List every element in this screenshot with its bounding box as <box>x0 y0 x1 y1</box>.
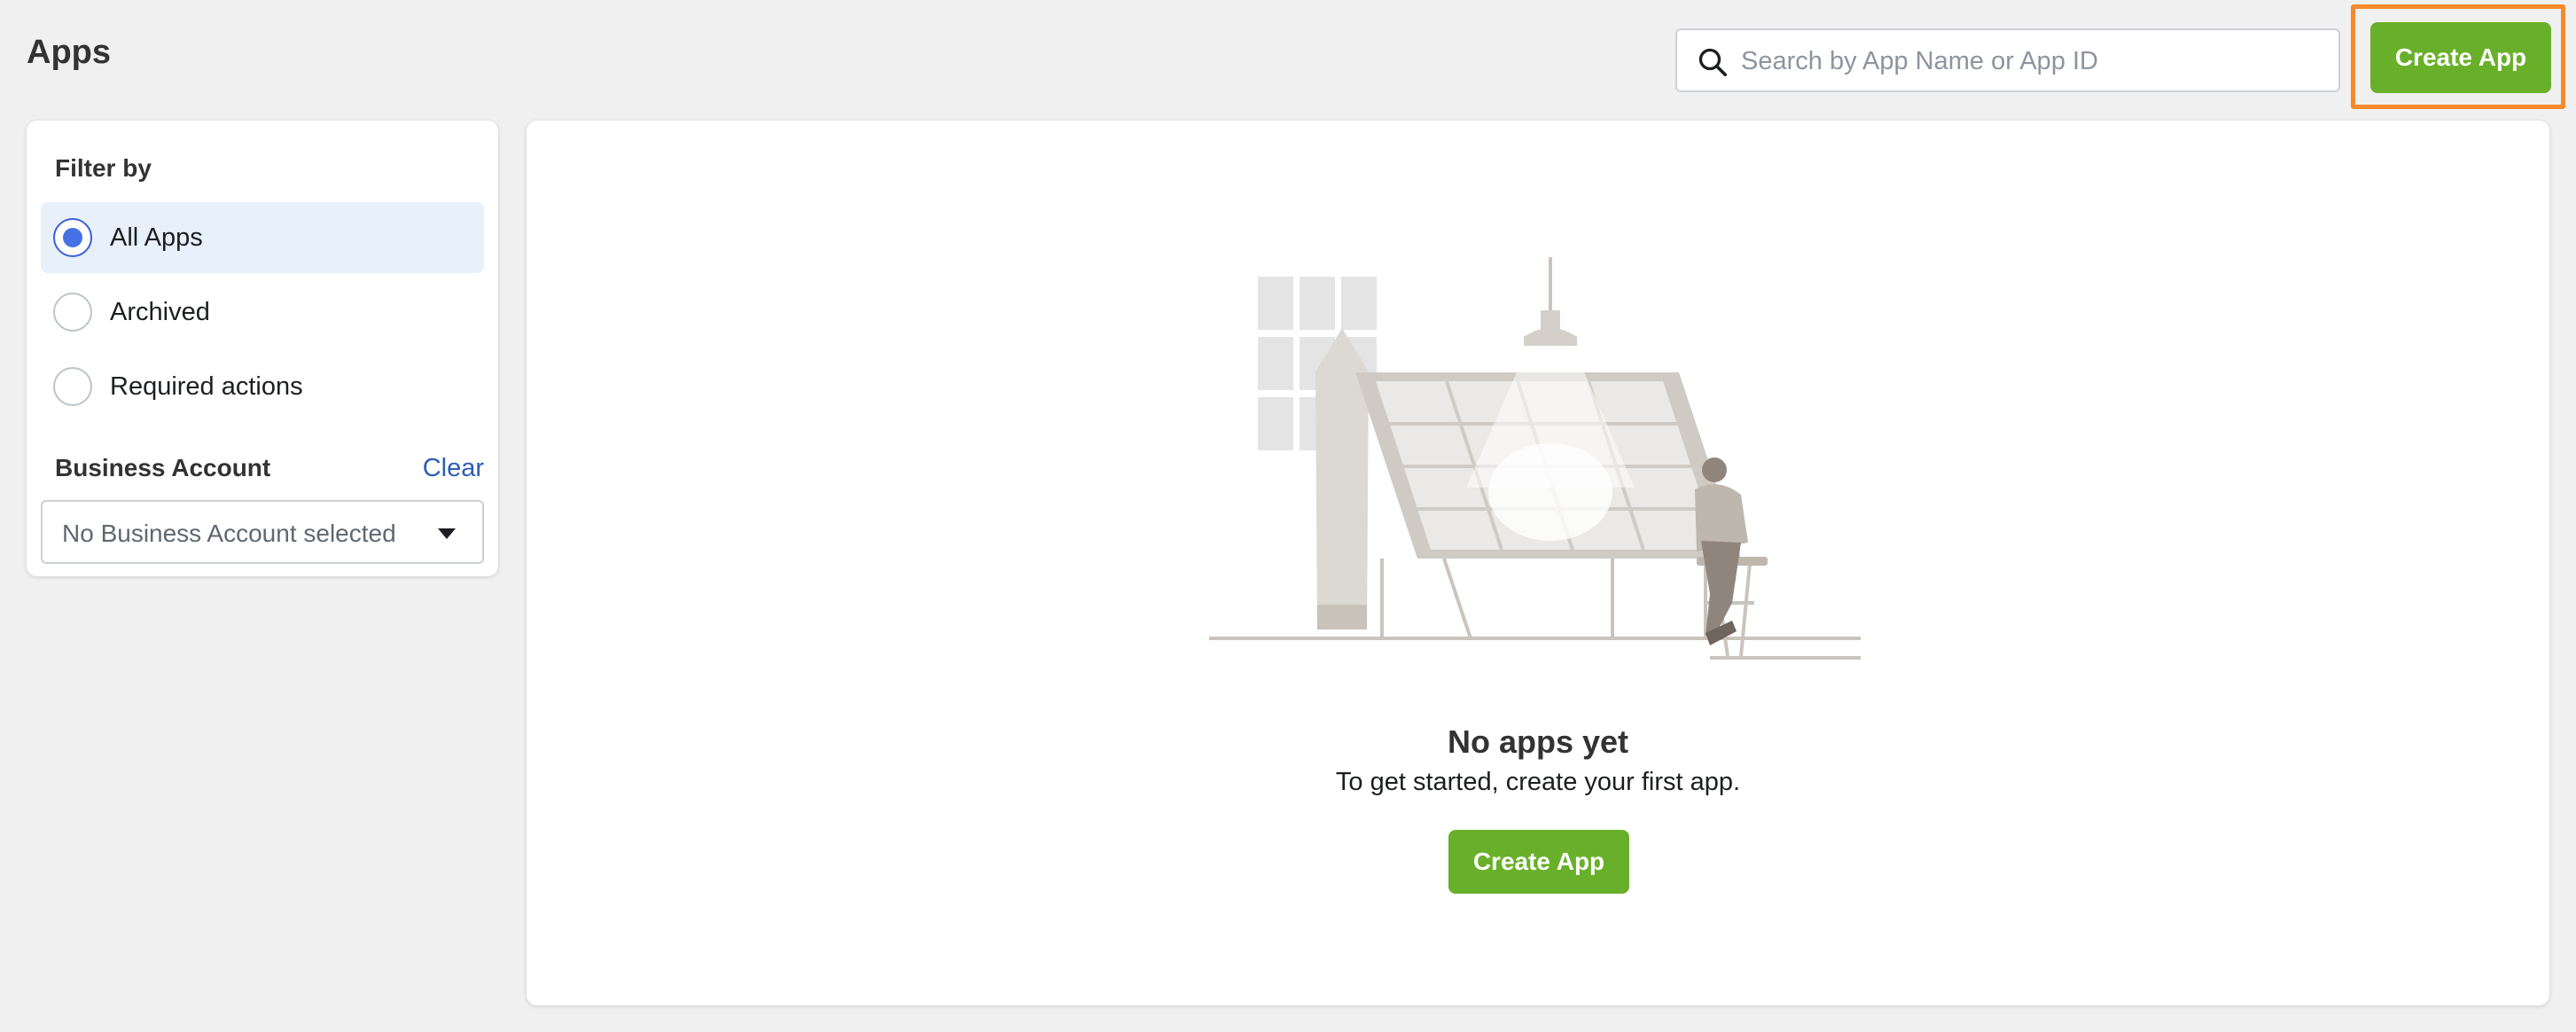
filter-option-archived[interactable]: Archived <box>41 277 484 348</box>
filter-title: Filter by <box>55 154 152 182</box>
empty-state-title: No apps yet <box>1447 723 1629 760</box>
radio-unchecked-icon[interactable] <box>53 367 92 406</box>
clear-link[interactable]: Clear <box>423 454 484 483</box>
search-box[interactable] <box>1675 28 2340 92</box>
empty-state-illustration <box>1209 257 1861 660</box>
filter-option-label: Archived <box>110 297 210 326</box>
radio-unchecked-icon[interactable] <box>53 293 92 332</box>
search-icon <box>1698 48 1728 77</box>
page-title: Apps <box>27 34 111 71</box>
business-account-value: No Business Account selected <box>62 520 396 547</box>
filter-option-label: All Apps <box>110 223 203 252</box>
search-input[interactable] <box>1739 32 2328 90</box>
filter-panel: Filter by All Apps Archived Required act… <box>27 121 498 576</box>
business-account-title: Business Account <box>55 454 271 481</box>
filter-option-label: Required actions <box>110 371 303 401</box>
create-app-button-header[interactable]: Create App <box>2370 22 2551 93</box>
filter-option-required-actions[interactable]: Required actions <box>41 351 484 422</box>
business-account-select[interactable]: No Business Account selected <box>41 500 484 564</box>
filter-option-all-apps[interactable]: All Apps <box>41 202 484 273</box>
create-app-button[interactable]: Create App <box>1448 830 1629 894</box>
radio-checked-icon[interactable] <box>53 218 92 257</box>
caret-down-icon <box>438 528 456 539</box>
empty-state-subtitle: To get started, create your first app. <box>1335 768 1741 796</box>
apps-content-panel: No apps yet To get started, create your … <box>527 121 2549 1005</box>
